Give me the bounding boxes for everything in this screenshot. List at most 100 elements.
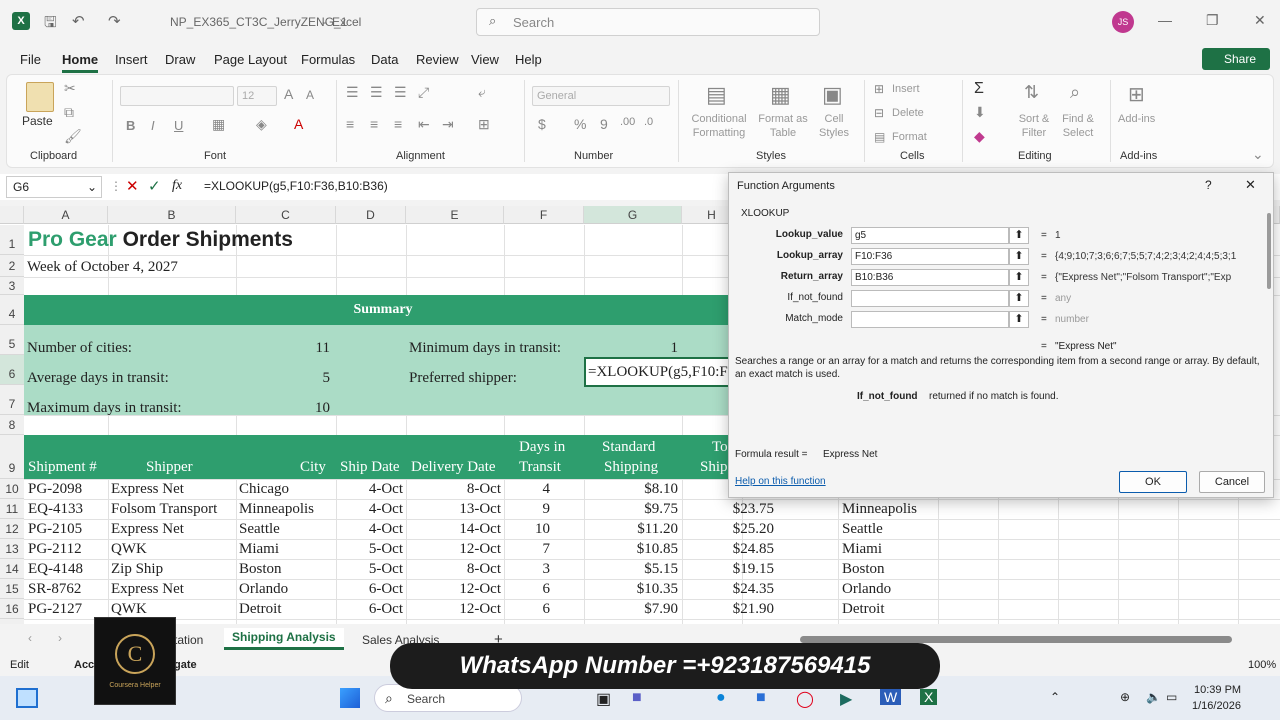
cell-shipment[interactable]: PG-2112 <box>28 541 106 558</box>
cell-city[interactable]: Detroit <box>239 601 333 618</box>
cell-city-copy[interactable]: Minneapolis <box>842 501 934 518</box>
cell-shipment[interactable]: PG-2127 <box>28 601 106 618</box>
tab-review[interactable]: Review <box>416 52 459 67</box>
cell-days-transit[interactable]: 6 <box>504 601 551 618</box>
cell-city-copy[interactable]: Seattle <box>842 521 934 538</box>
summary-header[interactable]: Summary <box>24 295 742 325</box>
cell-city[interactable]: Chicago <box>239 481 333 498</box>
cell-ship-date[interactable]: 6-Oct <box>336 581 403 598</box>
preferred-shipper-label[interactable]: Preferred shipper: <box>409 370 517 387</box>
fill-icon[interactable]: ⬇ <box>974 104 986 121</box>
teams-icon[interactable]: ■ <box>632 689 642 707</box>
collapse-dialog-icon[interactable]: ⬆ <box>1009 290 1029 307</box>
col-header-c[interactable]: C <box>236 206 336 224</box>
cell-city-copy[interactable]: Boston <box>842 561 934 578</box>
avg-days-value[interactable]: 5 <box>300 370 331 387</box>
align-left-icon[interactable]: ≡ <box>346 116 354 132</box>
header-days-in[interactable]: Days in <box>519 439 565 456</box>
cell-total-shipping[interactable]: $23.75 <box>682 501 774 518</box>
tab-insert[interactable]: Insert <box>115 52 148 67</box>
increase-indent-icon[interactable]: ⇥ <box>442 116 454 133</box>
header-shipping[interactable]: Shipping <box>604 459 658 476</box>
cell-delivery-date[interactable]: 14-Oct <box>406 521 501 538</box>
clear-icon[interactable]: ◆ <box>974 128 985 145</box>
cell-delivery-date[interactable]: 12-Oct <box>406 541 501 558</box>
min-days-value[interactable]: 1 <box>650 340 679 357</box>
row-header[interactable]: 15 <box>0 579 24 599</box>
collapse-dialog-icon[interactable]: ⬆ <box>1009 248 1029 265</box>
col-header-d[interactable]: D <box>336 206 406 224</box>
cell-delivery-date[interactable]: 12-Oct <box>406 601 501 618</box>
font-size-combo[interactable]: 12 <box>237 86 277 106</box>
num-cities-value[interactable]: 11 <box>300 340 330 357</box>
row-header[interactable]: 4 <box>0 295 24 325</box>
cell-delivery-date[interactable]: 8-Oct <box>406 481 501 498</box>
sheet-title[interactable]: Pro Gear Order Shipments <box>28 228 293 252</box>
cell-ship-date[interactable]: 5-Oct <box>336 561 403 578</box>
widgets-icon[interactable] <box>16 688 38 708</box>
cell-shipper[interactable]: QWK <box>111 541 233 558</box>
cell-total-shipping[interactable]: $21.90 <box>682 601 774 618</box>
col-header-b[interactable]: B <box>108 206 236 224</box>
col-header-e[interactable]: E <box>406 206 504 224</box>
autosum-icon[interactable]: Σ <box>974 80 984 98</box>
decrease-indent-icon[interactable]: ⇤ <box>418 116 430 133</box>
align-top-icon[interactable]: ☰ <box>346 84 359 101</box>
header-delivery-date[interactable]: Delivery Date <box>411 459 496 476</box>
close-icon[interactable]: ✕ <box>1254 12 1266 29</box>
accessibility-status[interactable]: Acc <box>74 659 94 671</box>
dialog-help-button[interactable]: ? <box>1205 178 1212 192</box>
cell-standard-shipping[interactable]: $8.10 <box>584 481 678 498</box>
network-icon[interactable]: ⊕ <box>1120 690 1130 704</box>
edge-icon[interactable]: ● <box>716 689 726 707</box>
restore-icon[interactable]: ❐ <box>1206 12 1219 29</box>
sort-filter-icon[interactable]: ⇅ <box>1024 82 1039 103</box>
row-header[interactable]: 3 <box>0 277 24 295</box>
cell-days-transit[interactable]: 7 <box>504 541 551 558</box>
conditional-formatting-label[interactable]: Conditional Formatting <box>686 112 752 140</box>
orientation-icon[interactable]: ⤢ <box>418 84 429 101</box>
underline-icon[interactable]: U <box>174 118 183 133</box>
cell-shipment[interactable]: SR-8762 <box>28 581 106 598</box>
delete-cells-label[interactable]: Delete <box>892 106 924 120</box>
format-as-table-icon[interactable]: ▦ <box>770 82 791 108</box>
args-scrollbar[interactable] <box>1267 213 1271 289</box>
col-header-g[interactable]: G <box>584 206 682 224</box>
align-bottom-icon[interactable]: ☰ <box>394 84 407 101</box>
addins-icon[interactable]: ⊞ <box>1128 82 1145 107</box>
merge-center-icon[interactable]: ⊞ <box>478 116 490 133</box>
arg-input-if-not-found[interactable] <box>851 290 1009 307</box>
tab-page-layout[interactable]: Page Layout <box>214 52 287 67</box>
max-days-label[interactable]: Maximum days in transit: <box>27 400 182 417</box>
format-cells-icon[interactable]: ▤ <box>874 130 885 144</box>
cell-shipment[interactable]: PG-2098 <box>28 481 106 498</box>
header-shipment[interactable]: Shipment # <box>28 459 97 476</box>
tab-data[interactable]: Data <box>371 52 398 67</box>
align-right-icon[interactable]: ≡ <box>394 116 402 132</box>
more-icon[interactable]: ⋮ <box>110 179 122 193</box>
cell-delivery-date[interactable]: 13-Oct <box>406 501 501 518</box>
tab-draw[interactable]: Draw <box>165 52 195 67</box>
horizontal-scrollbar[interactable] <box>800 636 1232 643</box>
battery-icon[interactable]: ▭ <box>1166 690 1177 704</box>
cell-shipment[interactable]: EQ-4148 <box>28 561 106 578</box>
store-icon[interactable]: ■ <box>756 689 766 707</box>
sheet-subtitle[interactable]: Week of October 4, 2027 <box>27 259 178 276</box>
name-box[interactable]: G6 ⌄ <box>6 176 102 198</box>
cell-city[interactable]: Minneapolis <box>239 501 333 518</box>
percent-icon[interactable]: % <box>574 116 586 132</box>
cell-shipment[interactable]: PG-2105 <box>28 521 106 538</box>
sheet-tab-presentation[interactable]: tation <box>174 633 203 647</box>
cell-ship-date[interactable]: 4-Oct <box>336 521 403 538</box>
cell-shipper[interactable]: Express Net <box>111 521 233 538</box>
align-middle-icon[interactable]: ☰ <box>370 84 383 101</box>
currency-icon[interactable]: $ <box>538 116 546 132</box>
insert-cells-label[interactable]: Insert <box>892 82 920 96</box>
addins-label[interactable]: Add-ins <box>1118 112 1155 126</box>
cell-ship-date[interactable]: 4-Oct <box>336 501 403 518</box>
tab-home[interactable]: Home <box>62 52 99 73</box>
cell-delivery-date[interactable]: 8-Oct <box>406 561 501 578</box>
header-ship[interactable]: Ship <box>700 459 728 476</box>
italic-icon[interactable]: I <box>151 118 155 133</box>
volume-icon[interactable]: 🔈 <box>1146 690 1161 704</box>
